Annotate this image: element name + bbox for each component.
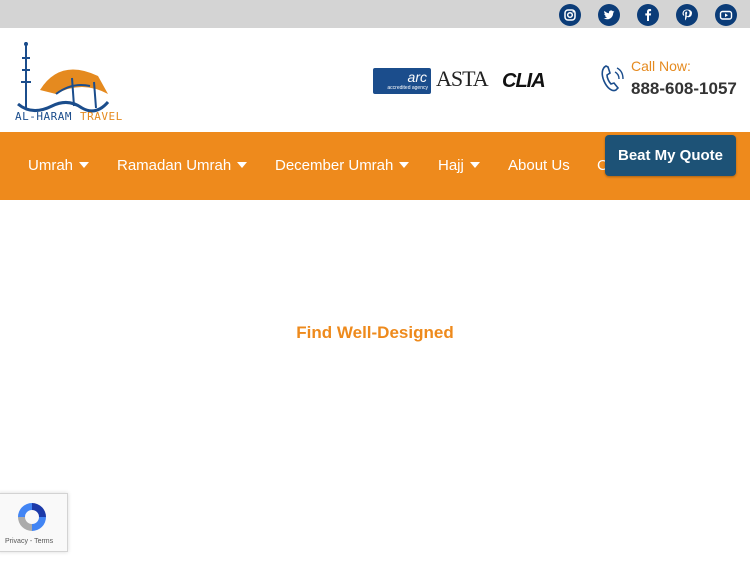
arc-badge-subtitle: accredited agency [387, 85, 428, 91]
logo-name: AL-HARAM [15, 110, 72, 123]
logo-travel: TRAVEL [79, 110, 123, 123]
recaptcha-icon [18, 503, 46, 531]
nav-item-label: Hajj [438, 157, 464, 174]
nav-item-hajj[interactable]: Hajj [438, 157, 480, 174]
pinterest-icon[interactable] [676, 4, 698, 26]
phone-icon [601, 65, 624, 92]
caret-down-icon [399, 162, 410, 168]
instagram-icon[interactable] [559, 4, 581, 26]
nav-item-label: Ramadan Umrah [117, 157, 232, 174]
asta-badge: ASTA [436, 66, 489, 91]
logo-wordmark: AL-HARAM TRAVEL [15, 110, 123, 123]
nav-item-label: About Us [508, 157, 570, 174]
nav-item-label: Umrah [28, 157, 74, 174]
call-now-label: Call Now: [631, 58, 691, 74]
caret-down-icon [79, 162, 90, 168]
caret-down-icon [469, 162, 480, 168]
facebook-icon[interactable] [637, 4, 659, 26]
caret-down-icon [237, 162, 248, 168]
clia-badge: CLIA [502, 70, 546, 92]
recaptcha-terms-link[interactable]: Terms [34, 538, 53, 545]
recaptcha-privacy-link[interactable]: Privacy [5, 538, 28, 545]
nav-item-label: December Umrah [275, 157, 394, 174]
nav-item-about-us[interactable]: About Us [508, 157, 570, 174]
youtube-icon[interactable] [715, 4, 737, 26]
arc-badge: arc accredited agency [373, 68, 431, 94]
recaptcha-links: Privacy - Terms [5, 538, 53, 545]
phone-number[interactable]: 888-608-1057 [631, 79, 737, 99]
page-headline: Find Well-Designed [296, 323, 454, 342]
arc-badge-title: arc [407, 69, 427, 85]
nav-item-umrah[interactable]: Umrah [28, 157, 90, 174]
twitter-icon[interactable] [598, 4, 620, 26]
recaptcha-badge[interactable]: Privacy - Terms [0, 493, 68, 552]
nav-item-ramadan-umrah[interactable]: Ramadan Umrah [117, 157, 248, 174]
nav-item-december-umrah[interactable]: December Umrah [275, 157, 410, 174]
beat-my-quote-button[interactable]: Beat My Quote [605, 135, 736, 176]
